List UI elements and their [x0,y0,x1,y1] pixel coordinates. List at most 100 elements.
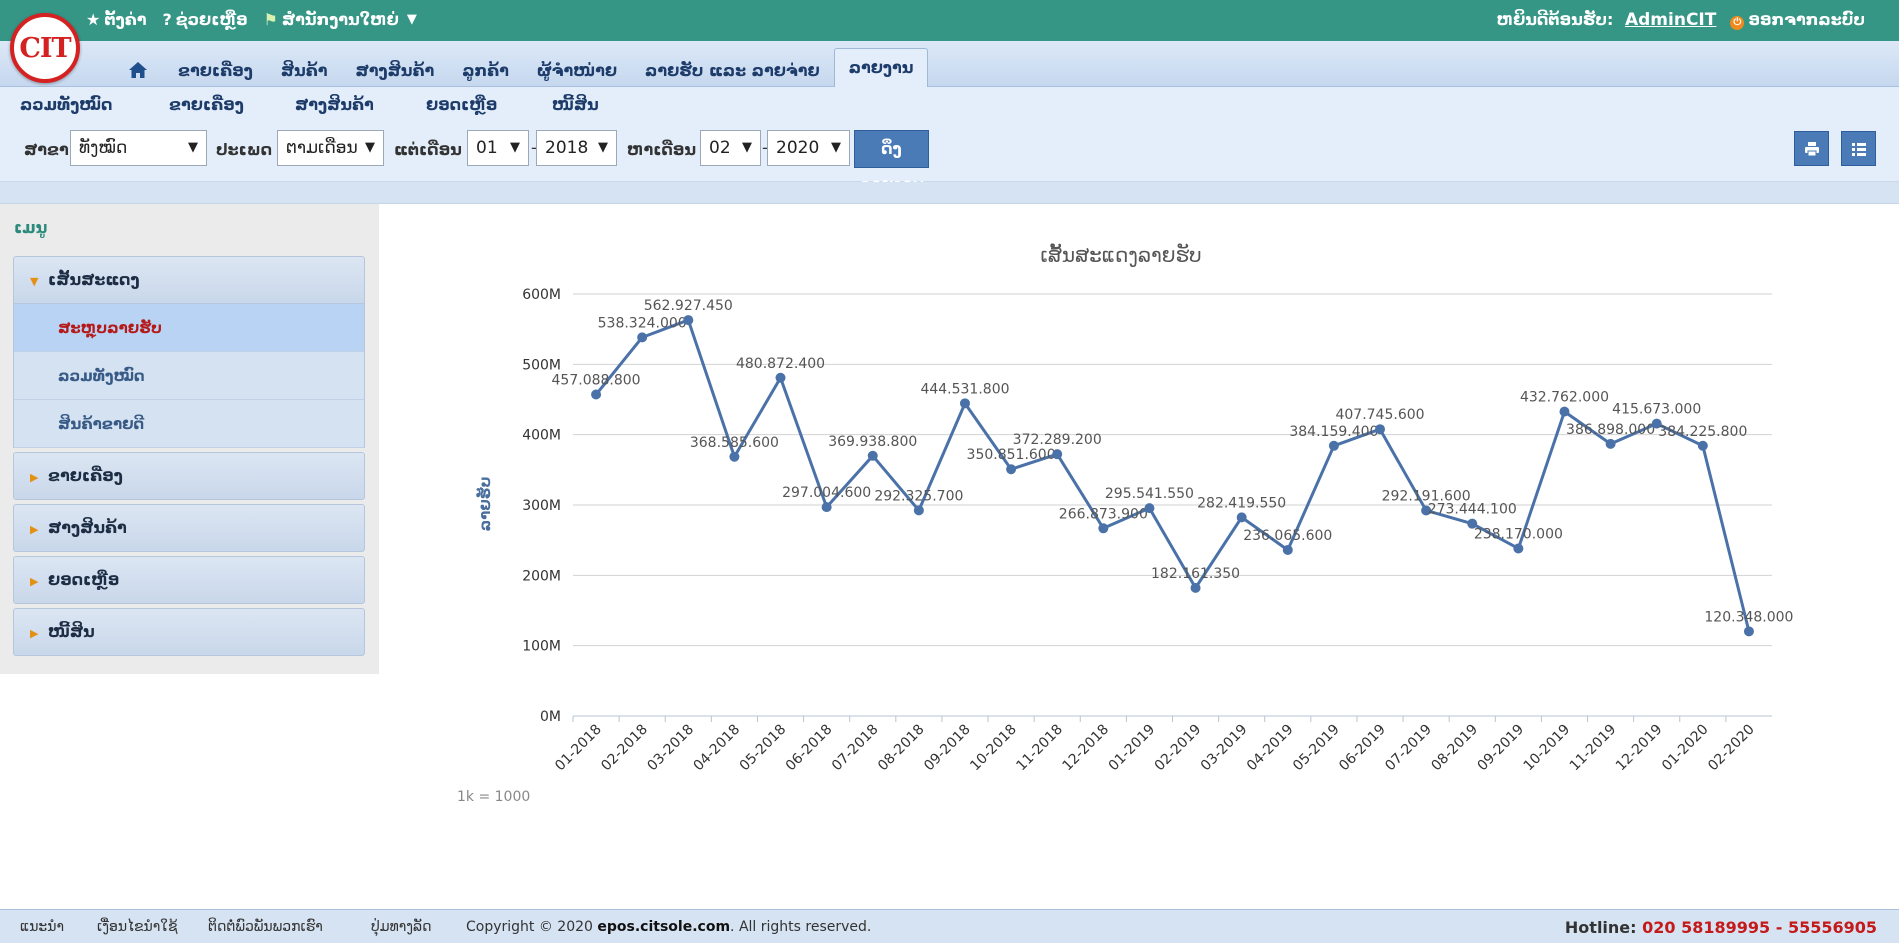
type-select[interactable]: ຕາມເດືອນ ▼ [277,130,384,166]
username-link[interactable]: AdminCIT [1625,10,1716,30]
from-year-select[interactable]: 2018 ▼ [536,130,617,166]
data-label: 457.088.800 [552,373,641,389]
tab-warehouse[interactable]: ສາງສິນຄ້າ [341,55,448,87]
sidebar-section-charts[interactable]: ▼ ເສັ້ນສະແດງ [13,256,365,304]
data-point [913,505,924,516]
tab-suppliers[interactable]: ຜູ້ຈຳໜ່າຍ [523,55,631,87]
power-icon: ⏻ [1730,16,1745,30]
footer-link-contact[interactable]: ຕິດຕໍ່ພົວພັນພວກເຮົາ [208,919,323,935]
logout-label: ອອກຈາກລະບົບ [1748,10,1865,29]
settings-link[interactable]: ★ ຕັ້ງຄ່າ [86,10,146,29]
sidebar-item-all[interactable]: ລວມທັງໝົດ [14,352,364,400]
tab-sales[interactable]: ຂາຍເຄື່ອງ [164,55,267,87]
data-label: 384.225.800 [1658,424,1747,440]
x-tick-label: 08-2018 [875,722,928,775]
x-tick-label: 12-2018 [1059,722,1112,775]
data-point [1328,440,1339,451]
branch-select[interactable]: ທັງໝົດ ▼ [70,130,207,166]
data-point [1559,406,1570,417]
sub-menu-warehouse[interactable]: ສາງສິນຄ້າ [295,95,374,114]
footer-link-terms[interactable]: ເງື່ອນໄຂນຳໃຊ້ [97,919,178,935]
data-label: 407.745.600 [1335,407,1424,423]
data-label: 282.419.550 [1197,495,1286,511]
app-logo[interactable]: CIT [10,13,80,83]
data-label: 562.927.450 [644,298,733,314]
caret-right-icon: ▶ [30,575,39,588]
caret-down-icon: ▼ [742,140,752,155]
sidebar-section-debt[interactable]: ▶ ໜີ້ສິນ [13,608,365,656]
tab-reports[interactable]: ລາຍງານ [833,48,929,87]
data-point [1006,464,1017,475]
copyright-site: epos.citsole.com [597,919,731,935]
x-tick-label: 05-2018 [737,722,790,775]
data-label: 295.541.550 [1105,486,1194,502]
sub-menu-debt[interactable]: ໜີ້ສິນ [552,95,599,114]
sidebar-section-sales[interactable]: ▶ ຂາຍເຄື່ອງ [13,452,365,500]
sidebar-item-income-summary[interactable]: ສະຫຼຸບລາຍຮັບ [14,304,364,352]
filter-bar: ສາຂາ ທັງໝົດ ▼ ປະເພດ ຕາມເດືອນ ▼ ແຕ່ເດືອນ … [0,122,1899,194]
data-point [1052,449,1063,460]
sub-menu-balance[interactable]: ຍອດເຫຼືອ [426,95,497,114]
help-link[interactable]: ? ຊ່ວຍເຫຼືອ [162,10,247,29]
copyright-text: Copyright © 2020 epos.citsole.com. All r… [466,919,871,935]
data-point [1098,523,1109,534]
data-label: 273.444.100 [1428,502,1517,518]
data-label: 292.325.700 [874,488,963,504]
sidebar: ເມນູ ▼ ເສັ້ນສະແດງ ສະຫຼຸບລາຍຮັບ ລວມທັງໝົດ … [0,204,379,674]
printer-icon [1804,141,1819,156]
sidebar-section-warehouse[interactable]: ▶ ສາງສິນຄ້າ [13,504,365,552]
y-tick-label: 600M [522,287,561,303]
caret-down-icon: ▼ [188,140,198,155]
data-label: 182.161.350 [1151,566,1240,582]
x-tick-label: 03-2018 [644,722,697,775]
fetch-report-button[interactable]: ດຶງລາຍງານ [854,130,929,194]
x-tick-label: 04-2019 [1244,722,1297,775]
top-bar: ★ ຕັ້ງຄ່າ ? ຊ່ວຍເຫຼືອ ⚑ ສຳນັກງານໃຫຍ່ ▼ ຫ… [0,0,1899,41]
logout-link[interactable]: ⏻ ອອກຈາກລະບົບ [1730,10,1865,30]
sidebar-section-balance[interactable]: ▶ ຍອດເຫຼືອ [13,556,365,604]
x-tick-label: 03-2019 [1198,722,1251,775]
data-point [867,450,878,461]
print-button[interactable] [1794,131,1829,166]
tab-products[interactable]: ສິນຄ້າ [267,55,342,87]
tab-income-expense[interactable]: ລາຍຮັບ ແລະ ລາຍຈ່າຍ [631,55,834,87]
to-month-select[interactable]: 02 ▼ [700,130,761,166]
caret-right-icon: ▶ [30,523,39,536]
tab-customers[interactable]: ລູກຄ້າ [448,55,523,87]
caret-down-icon: ▼ [831,140,841,155]
from-month-select[interactable]: 01 ▼ [467,130,529,166]
report-sub-menu: ລວມທັງໝົດ ຂາຍເຄື່ອງ ສາງສິນຄ້າ ຍອດເຫຼືອ ໜ… [0,87,1899,122]
sidebar-item-best-sellers[interactable]: ສິນຄ້າຂາຍດີ [14,400,364,448]
footer-link-intro[interactable]: ແນະນຳ [20,919,64,935]
data-label: 372.289.200 [1013,432,1102,448]
x-tick-label: 11-2019 [1567,722,1620,775]
data-point [683,315,694,326]
x-tick-label: 09-2018 [921,722,974,775]
main-nav: ຂາຍເຄື່ອງ ສິນຄ້າ ສາງສິນຄ້າ ລູກຄ້າ ຜູ້ຈຳໜ… [0,41,1899,87]
sidebar-section-label: ເສັ້ນສະແດງ [48,270,140,289]
x-tick-label: 02-2019 [1152,722,1205,775]
data-point [1190,582,1201,593]
data-label: 384.159.400 [1289,424,1378,440]
sidebar-section-charts-items: ສະຫຼຸບລາຍຮັບ ລວມທັງໝົດ ສິນຄ້າຂາຍດີ [13,304,365,448]
to-year-select[interactable]: 2020 ▼ [767,130,850,166]
list-view-button[interactable] [1841,131,1876,166]
from-year-value: 2018 [545,138,589,158]
sub-menu-sales[interactable]: ຂາຍເຄື່ອງ [169,95,244,114]
from-month-label: ແຕ່ເດືອນ [394,140,462,159]
sidebar-section-label: ສາງສິນຄ້າ [48,518,127,537]
data-point [729,451,740,462]
separator-bar [0,182,1899,204]
sidebar-title: ເມນູ [14,218,48,237]
home-tab[interactable] [112,55,164,87]
data-label: 538.324.000 [598,315,687,331]
from-month-value: 01 [476,138,498,158]
welcome-text: ຫຍິນດີຕ້ອນຮັບ: [1496,10,1614,29]
data-point [1513,543,1524,554]
user-area: ຫຍິນດີຕ້ອນຮັບ: AdminCIT ⏻ ອອກຈາກລະບົບ [1497,10,1865,30]
sub-menu-all[interactable]: ລວມທັງໝົດ [20,95,112,114]
office-dropdown[interactable]: ⚑ ສຳນັກງານໃຫຍ່ ▼ [264,10,417,29]
data-label: 386.898.000 [1566,422,1655,438]
footer-link-shortcuts[interactable]: ປຸ່ມທາງລັດ [371,919,432,935]
y-tick-label: 300M [522,498,561,514]
